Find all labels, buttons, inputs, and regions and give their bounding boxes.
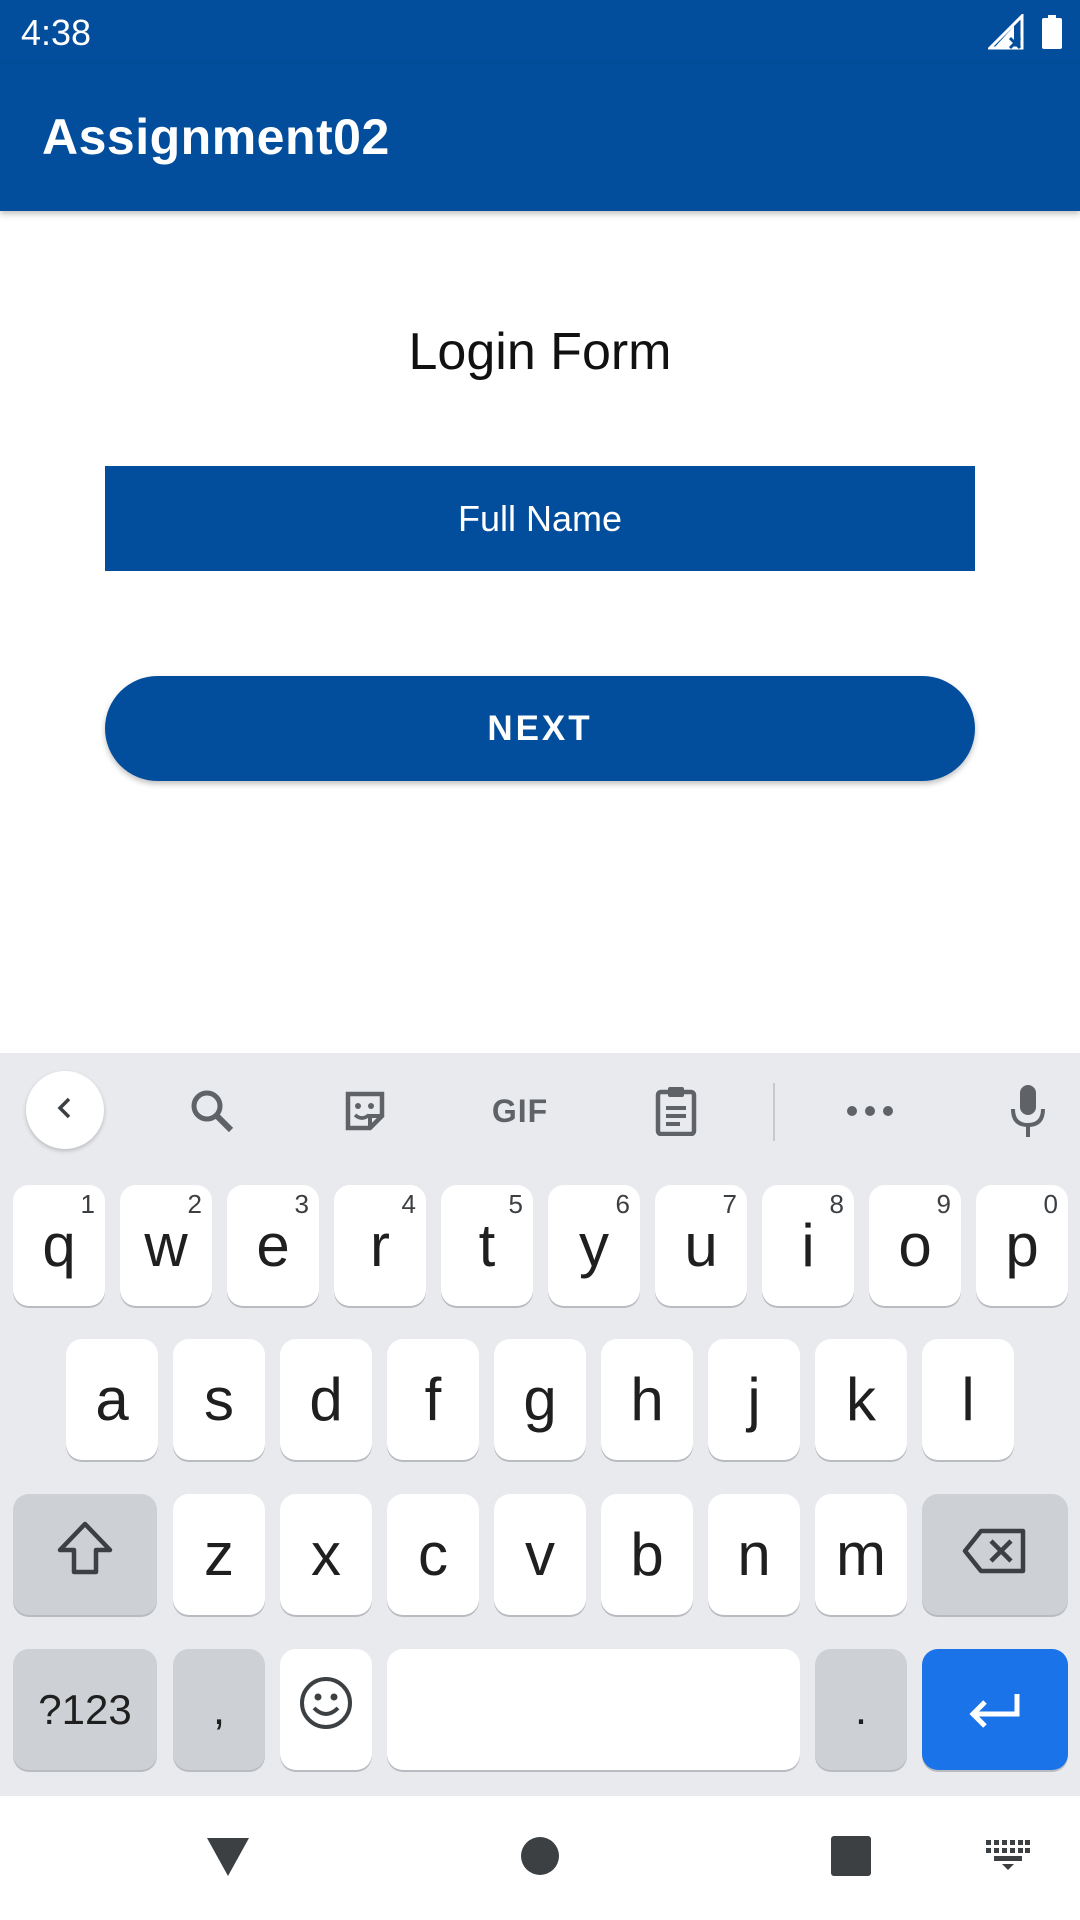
home-circle-icon[interactable]	[520, 1836, 560, 1881]
next-button[interactable]: NEXT	[105, 676, 975, 781]
search-icon[interactable]	[184, 1083, 240, 1139]
battery-icon	[1042, 15, 1062, 54]
key-u[interactable]: u7	[655, 1185, 747, 1306]
key-hint: 3	[294, 1189, 309, 1219]
key-label: u	[684, 1212, 718, 1279]
key-z[interactable]: z	[173, 1494, 265, 1615]
key-hint: 2	[187, 1189, 202, 1219]
status-icons	[986, 12, 1062, 55]
backspace-key[interactable]	[922, 1494, 1068, 1615]
key-label: r	[370, 1212, 390, 1279]
key-label: t	[478, 1212, 496, 1279]
status-bar: 4:38	[0, 0, 1080, 64]
key-b[interactable]: b	[601, 1494, 693, 1615]
app-title: Assignment02	[42, 109, 390, 165]
collapse-toolbar-button[interactable]	[26, 1071, 104, 1149]
enter-icon	[967, 1675, 1023, 1744]
back-triangle-icon[interactable]	[205, 1836, 251, 1883]
key-d[interactable]: d	[280, 1339, 372, 1460]
form-title: Login Form	[408, 323, 672, 381]
key-p[interactable]: p0	[976, 1185, 1068, 1306]
key-h[interactable]: h	[601, 1339, 693, 1460]
emoji-key[interactable]	[280, 1649, 372, 1770]
soft-keyboard: GIF q1 w2 e3 r4 t5 y6 u7 i8 o9 p0 a s d …	[0, 1053, 1080, 1796]
key-n[interactable]: n	[708, 1494, 800, 1615]
full-name-input[interactable]	[105, 466, 975, 571]
shift-key[interactable]	[13, 1494, 157, 1615]
chevron-left-icon	[50, 1093, 80, 1128]
key-c[interactable]: c	[387, 1494, 479, 1615]
app-bar: Assignment02	[0, 64, 1080, 211]
backspace-icon	[961, 1520, 1029, 1589]
shift-icon	[55, 1520, 115, 1590]
key-e[interactable]: e3	[227, 1185, 319, 1306]
key-x[interactable]: x	[280, 1494, 372, 1615]
key-q[interactable]: q1	[13, 1185, 105, 1306]
key-j[interactable]: j	[708, 1339, 800, 1460]
key-hint: 9	[936, 1189, 951, 1219]
key-hint: 0	[1043, 1189, 1058, 1219]
clipboard-icon[interactable]	[648, 1083, 704, 1139]
period-key[interactable]: .	[815, 1649, 907, 1770]
key-label: y	[579, 1212, 609, 1279]
key-hint: 8	[829, 1189, 844, 1219]
keyboard-toolbar: GIF	[0, 1053, 1080, 1168]
status-time: 4:38	[21, 12, 92, 53]
key-a[interactable]: a	[66, 1339, 158, 1460]
key-k[interactable]: k	[815, 1339, 907, 1460]
key-o[interactable]: o9	[869, 1185, 961, 1306]
key-label: o	[898, 1212, 932, 1279]
toolbar-divider	[773, 1083, 775, 1141]
key-i[interactable]: i8	[762, 1185, 854, 1306]
key-label: w	[144, 1212, 188, 1279]
key-v[interactable]: v	[494, 1494, 586, 1615]
key-w[interactable]: w2	[120, 1185, 212, 1306]
key-r[interactable]: r4	[334, 1185, 426, 1306]
microphone-icon[interactable]	[1000, 1083, 1056, 1139]
key-s[interactable]: s	[173, 1339, 265, 1460]
emoji-icon	[298, 1675, 354, 1745]
key-label: i	[801, 1212, 815, 1279]
key-hint: 1	[80, 1189, 95, 1219]
gif-button[interactable]: GIF	[480, 1083, 560, 1139]
sticker-icon[interactable]	[337, 1083, 393, 1139]
key-hint: 7	[722, 1189, 737, 1219]
navigation-bar	[0, 1796, 1080, 1920]
key-label: e	[256, 1212, 290, 1279]
key-label: p	[1005, 1212, 1039, 1279]
more-icon[interactable]	[842, 1083, 898, 1139]
key-hint: 5	[508, 1189, 523, 1219]
key-t[interactable]: t5	[441, 1185, 533, 1306]
signal-icon	[986, 12, 1024, 55]
symbols-key[interactable]: ?123	[13, 1649, 157, 1770]
space-key[interactable]	[387, 1649, 800, 1770]
key-y[interactable]: y6	[548, 1185, 640, 1306]
key-g[interactable]: g	[494, 1339, 586, 1460]
key-m[interactable]: m	[815, 1494, 907, 1615]
keyboard-switch-icon[interactable]	[986, 1840, 1030, 1875]
key-l[interactable]: l	[922, 1339, 1014, 1460]
key-hint: 6	[615, 1189, 630, 1219]
key-label: q	[42, 1212, 76, 1279]
recents-square-icon[interactable]	[831, 1836, 871, 1881]
key-f[interactable]: f	[387, 1339, 479, 1460]
enter-key[interactable]	[922, 1649, 1068, 1770]
comma-key[interactable]: ,	[173, 1649, 265, 1770]
key-hint: 4	[401, 1189, 416, 1219]
